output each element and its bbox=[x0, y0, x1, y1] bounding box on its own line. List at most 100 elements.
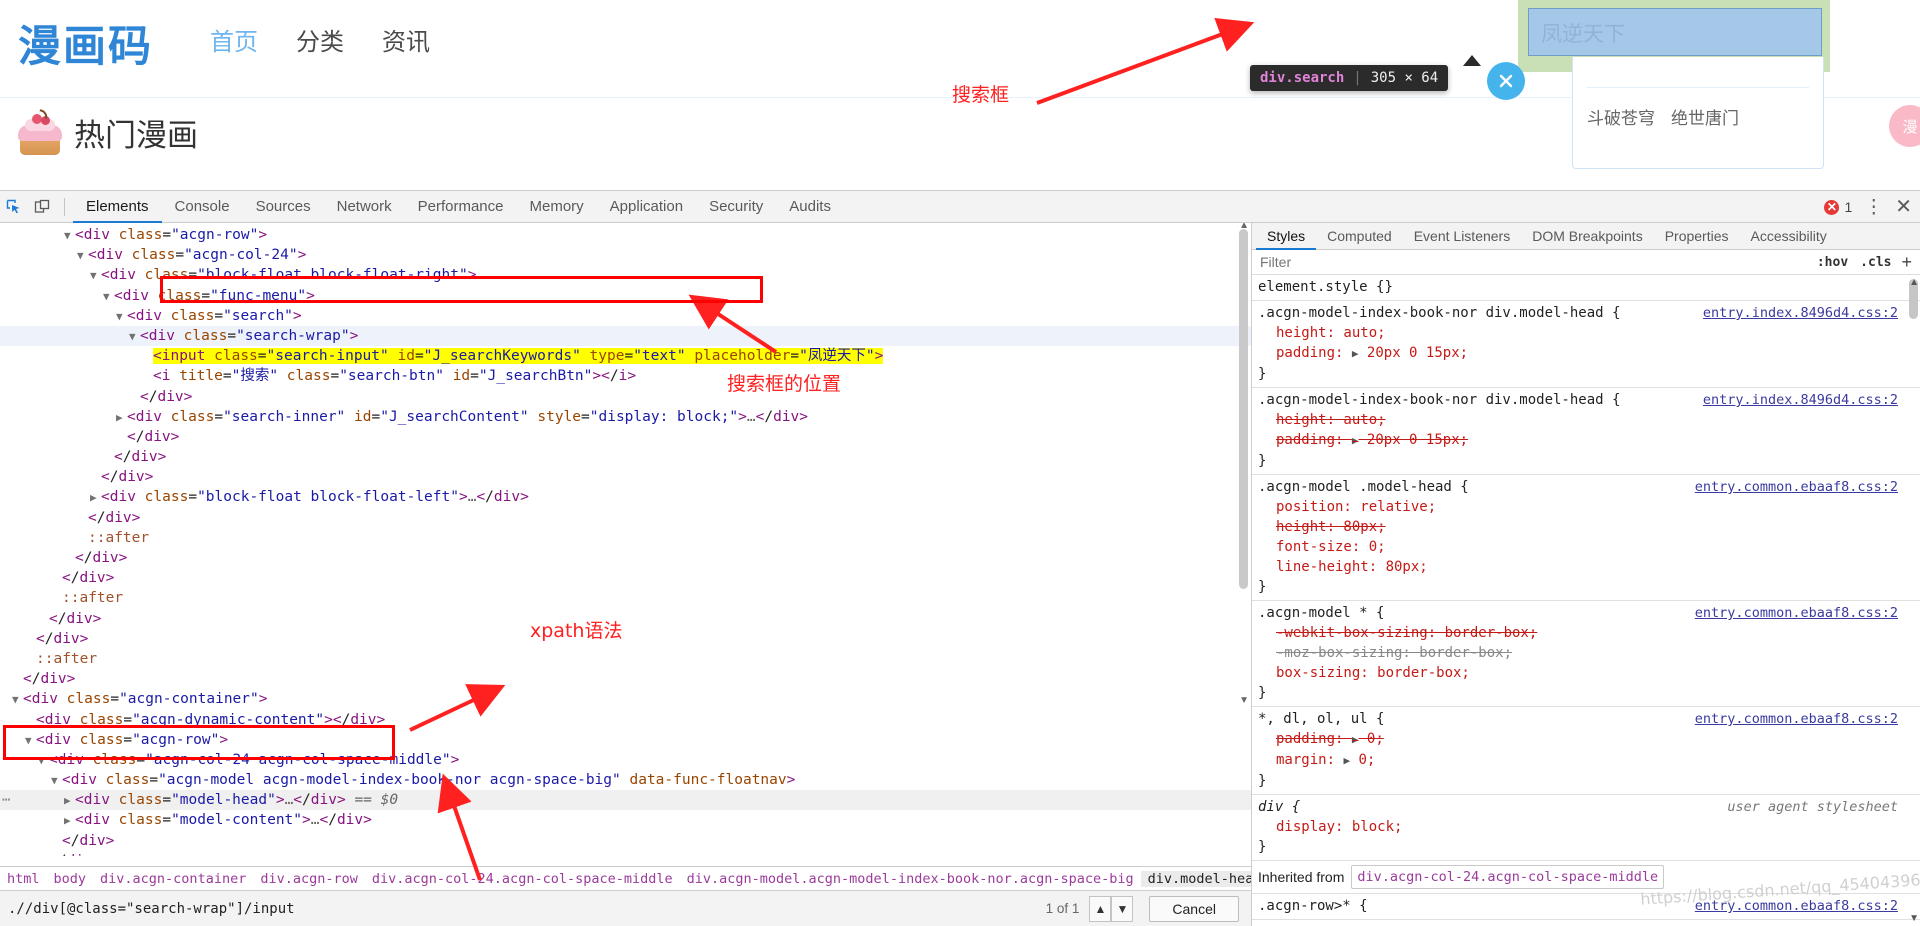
dom-tree-node[interactable]: ▼ <div class="block-float block-float-rig… bbox=[0, 265, 1251, 285]
dom-tree-node[interactable]: </div> bbox=[0, 447, 1251, 467]
dom-tree-node[interactable]: <i title="搜索" class="search-btn" id="J_s… bbox=[0, 366, 1251, 386]
dom-tree-node[interactable]: </div> bbox=[0, 427, 1251, 447]
style-rule-source[interactable]: entry.common.ebaaf8.css:2 bbox=[1695, 709, 1898, 729]
dom-tree-node[interactable]: ▶ <div class="model-content">…</div> bbox=[0, 810, 1251, 830]
tab-properties[interactable]: Properties bbox=[1654, 223, 1740, 250]
dom-tree-node[interactable]: </div> bbox=[0, 467, 1251, 487]
dom-tree-node[interactable]: ▼ <div class="acgn-col-24 acgn-col-space-… bbox=[0, 750, 1251, 770]
dom-tree-node[interactable]: <input class="search-input" id="J_search… bbox=[0, 346, 1251, 366]
style-property[interactable]: margin: ▶ 0; bbox=[1258, 750, 1920, 771]
dom-tree-node[interactable]: </div> bbox=[0, 831, 1251, 851]
style-rule-source[interactable]: entry.common.ebaaf8.css:2 bbox=[1695, 603, 1898, 623]
dom-tree-node[interactable]: ▼ <div class="search"> bbox=[0, 306, 1251, 326]
inherited-selector[interactable]: div.acgn-col-24.acgn-col-space-middle bbox=[1351, 865, 1665, 889]
style-rule[interactable]: entry.common.ebaaf8.css:2 *, dl, ol, ul {… bbox=[1252, 707, 1920, 795]
style-property[interactable]: height: auto; bbox=[1258, 323, 1920, 343]
tab-sources[interactable]: Sources bbox=[243, 191, 324, 223]
style-rule-source[interactable]: entry.index.8496d4.css:2 bbox=[1703, 303, 1898, 323]
style-rule[interactable]: entry.common.ebaaf8.css:2 .acgn-model * {… bbox=[1252, 601, 1920, 707]
tab-styles[interactable]: Styles bbox=[1256, 223, 1316, 250]
tab-accessibility[interactable]: Accessibility bbox=[1740, 223, 1838, 250]
style-property[interactable]: height: 80px; bbox=[1258, 517, 1920, 537]
nav-item-category[interactable]: 分类 bbox=[296, 22, 344, 57]
error-count-badge[interactable]: ✕ 1 bbox=[1824, 199, 1852, 215]
style-property[interactable]: font-size: 0; bbox=[1258, 537, 1920, 557]
dom-tree-node[interactable]: ▼ <div class="search-wrap"> bbox=[0, 325, 1251, 347]
cls-toggle[interactable]: .cls bbox=[1854, 255, 1897, 270]
breadcrumb-item[interactable]: div.acgn-row bbox=[253, 871, 365, 887]
tab-dom-breakpoints[interactable]: DOM Breakpoints bbox=[1521, 223, 1653, 250]
style-property[interactable]: padding: ▶ 0; bbox=[1258, 729, 1920, 750]
dom-tree-node[interactable]: ▼ <div class="acgn-model acgn-model-index… bbox=[0, 770, 1251, 790]
close-devtools-icon[interactable]: ✕ bbox=[1895, 197, 1912, 217]
dom-tree-node[interactable]: ▶ <div class="block-float block-float-lef… bbox=[0, 487, 1251, 507]
breadcrumb-item[interactable]: body bbox=[47, 871, 94, 887]
breadcrumb-item[interactable]: div.model-head bbox=[1140, 870, 1251, 887]
dom-tree[interactable]: ▼ <div class="acgn-row"> ▼ <div class="acgn… bbox=[0, 223, 1251, 856]
dom-tree-node[interactable]: <div class="acgn-dynamic-content"></div> bbox=[0, 710, 1251, 730]
styles-scroll-down-icon[interactable]: ▼ bbox=[1909, 913, 1919, 924]
dom-tree-node[interactable]: </div> bbox=[0, 508, 1251, 528]
dom-tree-node[interactable]: ::after bbox=[0, 649, 1251, 669]
dom-tree-node[interactable]: ▼ <div class="acgn-row"> bbox=[0, 730, 1251, 750]
dom-tree-node[interactable]: ▶ <div class="search-inner" id="J_searchC… bbox=[0, 407, 1251, 427]
dom-scrollbar[interactable] bbox=[1239, 229, 1248, 589]
more-options-icon[interactable]: ⋮ bbox=[1864, 198, 1883, 217]
new-style-rule-icon[interactable]: + bbox=[1897, 252, 1920, 273]
style-property[interactable]: -moz-box-sizing: border-box; bbox=[1258, 643, 1920, 663]
style-property[interactable]: display: block; bbox=[1258, 817, 1920, 837]
dom-tree-node[interactable]: ::after bbox=[0, 588, 1251, 608]
floating-badge-icon[interactable]: 漫 bbox=[1889, 105, 1920, 147]
style-rule-source[interactable]: entry.index.8496d4.css:2 bbox=[1703, 390, 1898, 410]
dom-tree-node[interactable]: </div> bbox=[0, 387, 1251, 407]
dom-tree-node[interactable]: ▼ <div class="func-menu"> bbox=[0, 286, 1251, 306]
dom-tree-node[interactable]: ▼ <div class="acgn-row"> bbox=[0, 225, 1251, 245]
style-rule[interactable]: entry.index.8496d4.css:2 .acgn-model-inde… bbox=[1252, 301, 1920, 388]
breadcrumb-item[interactable]: html bbox=[0, 871, 47, 887]
dom-tree-node[interactable]: </div> bbox=[0, 548, 1251, 568]
site-logo[interactable]: 漫画码 bbox=[18, 12, 153, 74]
style-rule[interactable]: element.style {} bbox=[1252, 275, 1920, 301]
style-rule[interactable]: entry.common.ebaaf8.css:2 .acgn-model .mo… bbox=[1252, 475, 1920, 601]
dom-tree-node[interactable]: ▼ <div class="acgn-col-24"> bbox=[0, 245, 1251, 265]
hov-toggle[interactable]: :hov bbox=[1811, 255, 1854, 270]
dom-tree-node[interactable]: ▼ <div class="acgn-container"> bbox=[0, 689, 1251, 709]
breadcrumb-item[interactable]: div.acgn-container bbox=[93, 871, 253, 887]
tab-network[interactable]: Network bbox=[324, 191, 405, 223]
style-property[interactable]: line-height: 80px; bbox=[1258, 557, 1920, 577]
style-property[interactable]: padding: ▶ 20px 0 15px; bbox=[1258, 343, 1920, 364]
style-rule[interactable]: user agent stylesheet div {display: block… bbox=[1252, 795, 1920, 861]
close-icon[interactable] bbox=[1487, 62, 1525, 100]
tab-console[interactable]: Console bbox=[162, 191, 243, 223]
tab-event-listeners[interactable]: Event Listeners bbox=[1403, 223, 1522, 250]
chevron-down-icon[interactable]: ▼ bbox=[1111, 895, 1134, 922]
dom-scroll-down-icon[interactable]: ▼ bbox=[1239, 695, 1249, 706]
styles-rules-list[interactable]: element.style {} entry.index.8496d4.css:2… bbox=[1252, 275, 1920, 926]
dom-tree-node[interactable]: </div> bbox=[0, 669, 1251, 689]
dom-tree-node[interactable]: </div> bbox=[0, 851, 1251, 856]
style-property[interactable]: position: relative; bbox=[1258, 497, 1920, 517]
style-property[interactable]: -webkit-box-sizing: border-box; bbox=[1258, 623, 1920, 643]
dom-node-menu-icon[interactable]: ⋯ bbox=[2, 790, 10, 810]
chevron-up-icon[interactable]: ▲ bbox=[1089, 895, 1112, 922]
tab-elements[interactable]: Elements bbox=[73, 191, 162, 223]
nav-item-news[interactable]: 资讯 bbox=[382, 22, 430, 57]
style-rule[interactable]: entry.index.8496d4.css:2 .acgn-model-inde… bbox=[1252, 388, 1920, 475]
style-rule-source[interactable]: entry.common.ebaaf8.css:2 bbox=[1695, 477, 1898, 497]
styles-filter-input[interactable] bbox=[1258, 253, 1811, 271]
tab-application[interactable]: Application bbox=[597, 191, 696, 223]
dom-tree-node[interactable]: </div> bbox=[0, 629, 1251, 649]
dom-tree-node[interactable]: ::after bbox=[0, 528, 1251, 548]
xpath-search-input[interactable] bbox=[0, 890, 1046, 926]
breadcrumb-item[interactable]: div.acgn-col-24.acgn-col-space-middle bbox=[365, 871, 680, 887]
tab-audits[interactable]: Audits bbox=[776, 191, 844, 223]
dom-tree-node[interactable]: ⋯ ▶ <div class="model-head">…</div> == $0 bbox=[0, 790, 1251, 811]
tab-computed[interactable]: Computed bbox=[1316, 223, 1403, 250]
dom-scroll-up-icon[interactable]: ▲ bbox=[1239, 223, 1249, 231]
style-property[interactable]: padding: ▶ 20px 0 15px; bbox=[1258, 430, 1920, 451]
dom-tree-node[interactable]: </div> bbox=[0, 609, 1251, 629]
tab-memory[interactable]: Memory bbox=[517, 191, 597, 223]
search-input-highlight[interactable]: 凤逆天下 bbox=[1528, 8, 1822, 56]
breadcrumb-item[interactable]: div.acgn-model.acgn-model-index-book-nor… bbox=[680, 871, 1141, 887]
device-toolbar-icon[interactable] bbox=[28, 193, 56, 221]
